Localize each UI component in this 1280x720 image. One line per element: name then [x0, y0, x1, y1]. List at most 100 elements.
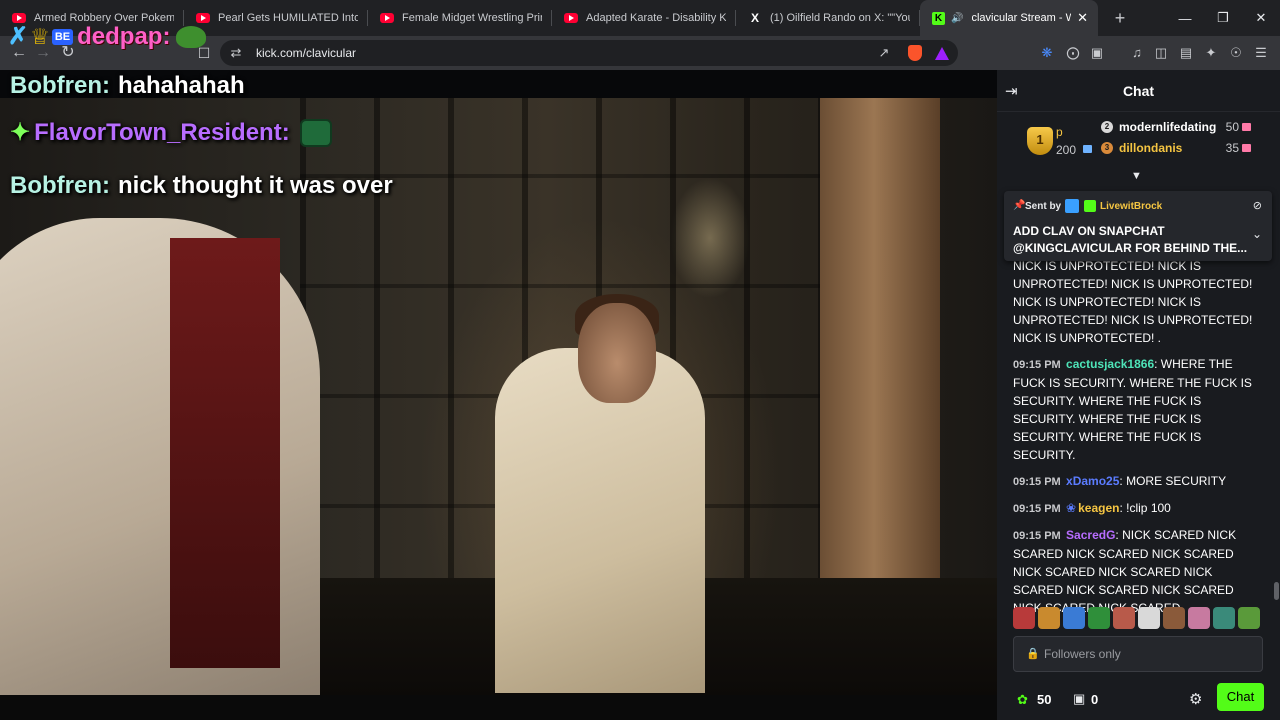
tab-title: Female Midget Wrestling Prince	[402, 12, 542, 24]
leaderboard-row: 2 modernlifedating 50	[1101, 120, 1251, 136]
leaderboard-top-name: p	[1056, 125, 1063, 139]
message-user[interactable]: keagen	[1078, 501, 1119, 515]
emote-bar	[1013, 607, 1265, 631]
chat-message: 09:15 PM cactusjack1866: WHERE THE FUCK …	[1013, 357, 1252, 462]
sidebar-icon[interactable]: ◫	[1153, 45, 1169, 61]
message-text: NICK IS UNPROTECTED! NICK IS UNPROTECTED…	[1013, 259, 1253, 345]
send-chat-button[interactable]: Chat	[1217, 683, 1264, 711]
tab-title: (1) Oilfield Rando on X: ""You cc	[770, 12, 910, 24]
chat-footer: ✿ 50 ▣ 0 ⚙ Chat	[997, 680, 1280, 720]
close-tab-icon[interactable]: ✕	[1077, 10, 1088, 26]
tab-title: Adapted Karate - Disability Kara	[586, 12, 726, 24]
leaderboard-top-value: 200	[1056, 143, 1077, 157]
pinned-message[interactable]: 📌 Sent by LivewitBrock ⊘ ADD CLAV ON SNA…	[1004, 191, 1272, 261]
overlay-user: Bobfren:	[10, 172, 110, 199]
channel-points-value: 50	[1037, 692, 1052, 707]
gift-icon	[1242, 123, 1251, 131]
youtube-icon	[564, 13, 578, 23]
store-value: 0	[1091, 692, 1099, 707]
site-info-icon[interactable]: ⇄	[228, 45, 244, 61]
emote-icon[interactable]	[1188, 607, 1210, 629]
gift-icon	[1242, 144, 1251, 152]
badge-icon	[1065, 199, 1079, 213]
pin-icon: 📌	[1013, 200, 1026, 211]
message-user[interactable]: cactusjack1866	[1066, 357, 1154, 371]
overlay-chat-line: Bobfren: nick thought it was over	[10, 172, 393, 200]
message-text: MORE SECURITY	[1126, 474, 1227, 488]
menu-icon[interactable]: ☰	[1253, 45, 1269, 61]
screenshot-icon[interactable]: ▣	[1089, 45, 1105, 61]
wallet-icon[interactable]: ▤	[1178, 45, 1194, 61]
person-right-head	[578, 303, 656, 403]
message-text: WHERE THE FUCK IS SECURITY. WHERE THE FU…	[1013, 357, 1252, 462]
hide-pin-icon[interactable]: ⊘	[1253, 199, 1262, 212]
emote-icon[interactable]	[1063, 607, 1085, 629]
media-icon[interactable]: ♫	[1129, 45, 1145, 61]
speaker-icon: 🔊	[951, 12, 964, 24]
message-time: 09:15 PM	[1013, 359, 1061, 371]
new-tab-button[interactable]: +	[1108, 8, 1132, 29]
brave-rewards-icon[interactable]	[935, 47, 949, 60]
overlay-text: hahahahah	[117, 72, 245, 99]
leaderboard-value: 50	[1225, 120, 1239, 134]
rank-1-badge: 1	[1027, 127, 1053, 155]
message-text: !clip 100	[1126, 501, 1171, 515]
gear-icon[interactable]: ⚙	[1189, 690, 1202, 708]
person-left-shirt	[170, 238, 280, 668]
chat-message: 09:15 PM SacredG: NICK SCARED NICK SCARE…	[1013, 526, 1263, 615]
minimize-icon[interactable]: —	[1166, 0, 1204, 36]
pinned-text: ADD CLAV ON SNAPCHAT @KINGCLAVICULAR FOR…	[1013, 224, 1248, 255]
tab-x-post[interactable]: X (1) Oilfield Rando on X: ""You cc	[736, 0, 920, 36]
leaderboard-row: 3 dillondanis 35	[1101, 141, 1251, 157]
pinned-user: LivewitBrock	[1100, 201, 1163, 212]
store-icon[interactable]: ▣	[1073, 691, 1085, 707]
emote-icon[interactable]	[1138, 607, 1160, 629]
leo-ai-icon[interactable]: ✦	[1203, 45, 1219, 61]
emote-icon[interactable]	[1113, 607, 1135, 629]
chat-input-placeholder: Followers only	[1044, 647, 1121, 661]
emote-icon[interactable]	[1038, 607, 1060, 629]
emote-icon[interactable]	[1238, 607, 1260, 629]
emote-icon[interactable]	[1163, 607, 1185, 629]
pin-toggle-icon[interactable]: ▼	[1131, 170, 1142, 182]
gift-leaderboard[interactable]: 1 p 200 2 modernlifedating 50 3 dillonda…	[997, 114, 1280, 174]
overlay-user: FlavorTown_Resident:	[34, 118, 290, 146]
message-time: 09:15 PM	[1013, 503, 1061, 515]
chat-scrollbar[interactable]	[1274, 582, 1279, 600]
tab-clavicular-stream[interactable]: K 🔊 clavicular Stream - Watc ✕	[920, 0, 1098, 36]
tab-karate[interactable]: Adapted Karate - Disability Kara	[552, 0, 736, 36]
close-window-icon[interactable]: ✕	[1242, 0, 1280, 36]
vpn-shield-icon[interactable]: ☉	[1228, 45, 1244, 61]
tab-pearl[interactable]: Pearl Gets HUMILIATED Into Sile	[184, 0, 368, 36]
message-user[interactable]: SacredG	[1066, 528, 1115, 542]
crown-icon: ♕	[30, 23, 50, 49]
pinned-sent-by: Sent by	[1025, 201, 1062, 212]
leaderboard-name: modernlifedating	[1119, 120, 1217, 134]
chat-input[interactable]: 🔒 Followers only	[1013, 636, 1263, 672]
streamer-overlay: ✗ ♕ BE dedpap:	[8, 22, 207, 51]
share-icon[interactable]: ↗	[876, 45, 892, 61]
chat-panel: ⇥ Chat 1 p 200 2 modernlifedating 50 3 d…	[997, 70, 1280, 720]
video-player[interactable]: Bobfren: hahahahah ✦ FlavorTown_Resident…	[0, 70, 997, 695]
youtube-icon	[380, 13, 394, 23]
chat-title: Chat	[1122, 83, 1155, 99]
url-text: kick.com/clavicular	[256, 46, 357, 60]
emote-icon[interactable]	[1013, 607, 1035, 629]
address-bar[interactable]: ⇄ kick.com/clavicular ↗	[220, 40, 958, 66]
kick-icon: K	[932, 11, 945, 25]
tab-wrestling[interactable]: Female Midget Wrestling Prince	[368, 0, 552, 36]
overlay-text: nick thought it was over	[117, 172, 393, 199]
restore-icon[interactable]: ❐	[1204, 0, 1242, 36]
extensions-icon[interactable]: ⨀	[1065, 45, 1081, 61]
brave-shields-icon[interactable]	[908, 45, 922, 61]
channel-points-icon[interactable]: ✿	[1017, 692, 1028, 708]
message-time: 09:15 PM	[1013, 476, 1061, 488]
chat-message: 09:15 PM xDamo25: MORE SECURITY	[1013, 474, 1227, 488]
badge-icon	[1084, 200, 1096, 212]
rank-badge: 3	[1101, 142, 1113, 154]
vpn-icon[interactable]: ❋	[1039, 45, 1055, 61]
chevron-down-icon[interactable]: ⌄	[1252, 227, 1262, 241]
message-user[interactable]: xDamo25	[1066, 474, 1119, 488]
emote-icon[interactable]	[1088, 607, 1110, 629]
emote-icon[interactable]	[1213, 607, 1235, 629]
